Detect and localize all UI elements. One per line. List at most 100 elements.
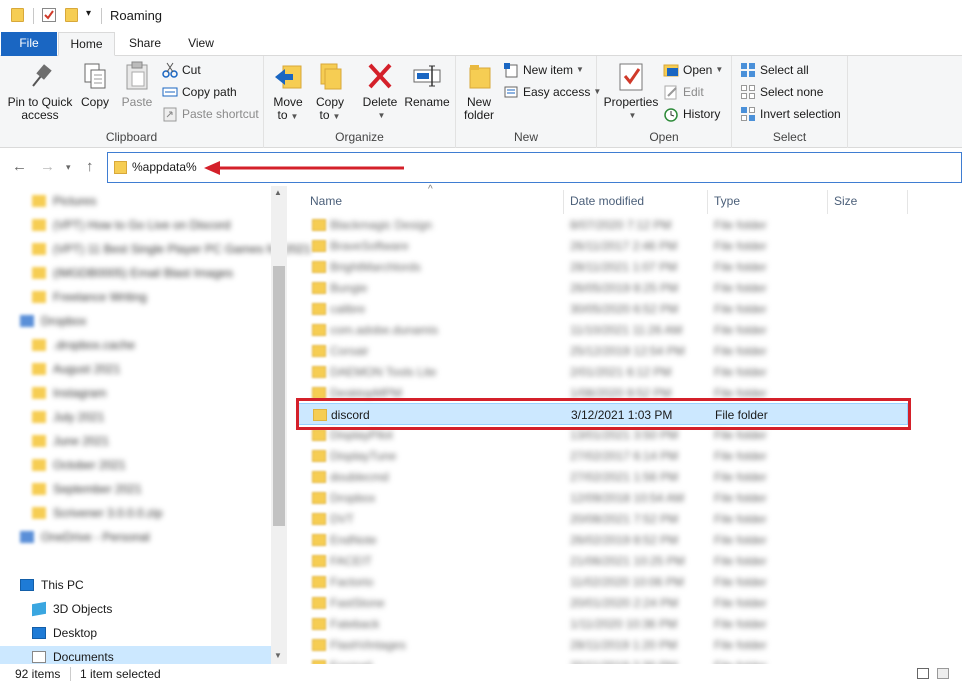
address-bar[interactable]: %appdata% [107,152,962,183]
up-arrow-icon[interactable]: ↑ [86,158,94,175]
file-row[interactable]: com.adobe.dunamis 11/10/2021 11:26 AM File… [296,319,908,341]
nav-item[interactable]: October 2021 [32,454,126,476]
organize-group-label: Organize [335,130,384,144]
file-row[interactable]: DisplayTune 27/02/2017 6:14 PM File folder [296,445,908,467]
scroll-up-icon[interactable]: ▲ [274,188,282,197]
file-row[interactable]: BraveSoftware 26/11/2017 2:46 PM File fold… [296,235,908,257]
copy-to-button[interactable]: Copy to ▼ [310,60,350,123]
scroll-down-icon[interactable]: ▼ [274,651,282,660]
open-button[interactable]: Open ▼ [663,60,723,80]
tab-home[interactable]: Home [58,32,115,56]
tab-share[interactable]: Share [120,32,170,56]
nav-item[interactable]: .dropbox.cache [32,334,135,356]
new-item-button[interactable]: New item ▼ [503,60,584,80]
nav-item[interactable]: Freelance Writing [32,286,147,308]
sidebar-scrollbar[interactable]: ▲ ▼ [271,186,287,664]
nav-item-this-pc[interactable]: This PC [20,574,84,596]
address-input[interactable]: %appdata% [132,160,197,174]
nav-item[interactable]: OneDrive - Personal [20,526,150,548]
cell-name: FACEIT [330,554,373,568]
cell-date: 30/05/2020 6:52 PM [570,302,679,316]
new-folder-qa-icon[interactable] [65,8,78,22]
select-all-button[interactable]: Select all [740,60,809,80]
easy-access-label: Easy access [523,85,591,99]
large-icons-view-icon[interactable] [937,668,949,679]
details-view-icon[interactable] [917,668,929,679]
scrollbar-thumb[interactable] [273,266,285,526]
nav-item[interactable]: Instagram [32,382,106,404]
column-header-date-modified[interactable]: Date modified [570,194,644,208]
file-row[interactable]: Blackmagic Design 8/07/2020 7:12 PM File f… [296,214,908,236]
paste-shortcut-button[interactable]: Paste shortcut [162,104,259,124]
move-to-button[interactable]: Move to ▼ [270,60,306,123]
file-row[interactable]: Fateback 1/11/2020 10:36 PM File folder [296,613,908,635]
properties-button[interactable]: Properties ▼ [603,60,659,122]
file-row[interactable]: FastStone 20/01/2020 2:24 PM File folder [296,592,908,614]
column-header-name[interactable]: Name [310,194,342,208]
copy-button[interactable]: Copy [76,60,114,109]
cell-name: DisplayPilot [330,428,393,442]
cut-button[interactable]: Cut [162,60,201,80]
column-divider [563,190,564,214]
file-row[interactable]: DVT 20/08/2021 7:52 PM File folder [296,508,908,530]
select-none-button[interactable]: Select none [740,82,823,102]
nav-item[interactable]: (VPT) How to Go Live on Discord [32,214,230,236]
rename-button[interactable]: Rename [404,60,450,109]
file-row[interactable]: Dropbox 12/09/2018 10:54 AM File folder [296,487,908,509]
cell-type: File folder [714,260,767,274]
file-row[interactable]: calibre 30/05/2020 6:52 PM File folder [296,298,908,320]
tab-view[interactable]: View [178,32,224,56]
cell-type: File folder [714,491,767,505]
nav-item-desktop[interactable]: Desktop [32,622,97,644]
file-row[interactable]: FlashVintages 28/11/2019 1:20 PM File fold… [296,634,908,656]
folder-icon [20,315,34,327]
cell-date: 28/11/2019 1:20 PM [570,638,678,652]
nav-item[interactable]: Pictures [32,190,96,212]
recent-locations-chevron-icon[interactable]: ▾ [66,162,71,173]
column-header-type[interactable]: Type [714,194,740,208]
file-row[interactable]: FACEIT 21/06/2021 10:25 PM File folder [296,550,908,572]
forward-arrow-icon[interactable]: → [40,158,55,175]
nav-item[interactable]: July 2021 [32,406,104,428]
file-row[interactable]: Factorio 11/02/2020 10:06 PM File folder [296,571,908,593]
properties-qa-icon[interactable] [42,8,56,22]
pin-to-quick-access-button[interactable]: Pin to Quick access [6,60,74,122]
file-row[interactable]: BrightMarchlords 28/11/2021 1:07 PM File f… [296,256,908,278]
column-header-size[interactable]: Size [834,194,857,208]
tab-file[interactable]: File [1,32,57,56]
back-arrow-icon[interactable]: ← [12,158,27,175]
selection-count: 1 item selected [80,667,161,681]
new-folder-button[interactable]: New folder [460,60,498,122]
file-row[interactable]: EndNote 26/02/2019 8:52 PM File folder [296,529,908,551]
folder-icon [32,483,46,495]
copy-path-icon [162,84,178,100]
nav-item[interactable]: Dropbox [20,310,86,332]
folder-icon [312,618,326,630]
cell-name: FlashVintages [330,638,406,652]
nav-item[interactable]: Scrivener 3.0.0.0.zip [32,502,162,524]
invert-selection-button[interactable]: Invert selection [740,104,841,124]
file-row[interactable]: DAEMON Tools Lite 2/01/2021 6:12 PM File f… [296,361,908,383]
easy-access-button[interactable]: Easy access ▼ [503,82,601,102]
file-row[interactable]: Corsair 25/12/2019 12:54 PM File folder [296,340,908,362]
new-group-label: New [513,130,538,144]
delete-button[interactable]: Delete ▼ [360,60,400,122]
move-label-line2: to [277,108,288,122]
file-row[interactable]: doublecmd 27/02/2021 1:56 PM File folder [296,466,908,488]
cell-name: BraveSoftware [330,239,409,253]
file-row[interactable]: Bungie 26/05/2019 8:25 PM File folder [296,277,908,299]
edit-button[interactable]: Edit [663,82,704,102]
nav-item[interactable]: September 2021 [32,478,142,500]
nav-item[interactable]: June 2021 [32,430,109,452]
paste-button[interactable]: Paste [117,60,157,109]
cell-date: 20/08/2021 7:52 PM [570,512,679,526]
customize-qa-chevron-icon[interactable]: ▾ [86,8,91,19]
nav-item[interactable]: (VPT) 11 Best Single Player PC Games for… [32,238,311,260]
copy-path-button[interactable]: Copy path [162,82,237,102]
divider [70,667,71,681]
history-button[interactable]: History [663,104,720,124]
nav-item[interactable]: (IMGDB0005) Email Blast Images [32,262,233,284]
history-clock-icon [663,106,679,122]
nav-item[interactable]: August 2021 [32,358,120,380]
nav-item-3d-objects[interactable]: 3D Objects [32,598,112,620]
